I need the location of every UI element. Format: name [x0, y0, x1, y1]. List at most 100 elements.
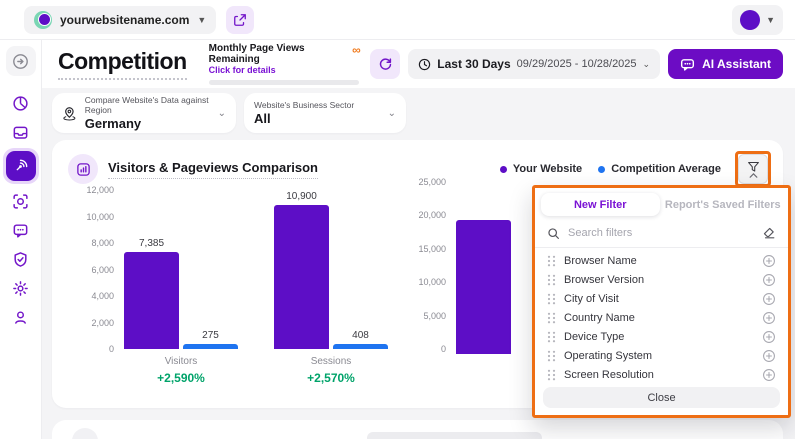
refresh-button[interactable]: [370, 49, 400, 79]
y-tick: 5,000: [423, 312, 446, 321]
bar-your-website[interactable]: 10,900: [274, 205, 329, 349]
sidebar-collapse-button[interactable]: [6, 46, 36, 76]
site-selector-dropdown[interactable]: yourwebsitename.com ▼: [24, 6, 216, 34]
ai-assistant-button[interactable]: AI Assistant: [668, 49, 783, 79]
header-actions: Last 30 Days 09/29/2025 - 10/28/2025 ⌄ A…: [370, 49, 783, 79]
add-filter-icon[interactable]: [762, 254, 776, 268]
bar-group: [456, 188, 511, 354]
add-filter-icon[interactable]: [762, 311, 776, 325]
bar-value-label: 408: [352, 330, 369, 341]
sidebar-item-feedback[interactable]: [6, 215, 36, 245]
delta-percentage: +2,570%: [307, 371, 355, 385]
page-header: Competition Monthly Page Views Remaining…: [42, 40, 795, 88]
range-label: Last 30 Days: [437, 57, 510, 71]
bar-chart-icon: [68, 154, 98, 184]
sidebar-item-privacy[interactable]: [6, 244, 36, 274]
add-filter-icon[interactable]: [762, 368, 776, 382]
sidebar-item-account[interactable]: [6, 302, 36, 332]
region-filter-dropdown[interactable]: Compare Website's Data against Region Ge…: [52, 93, 236, 133]
legend-your-website: Your Website: [500, 163, 582, 175]
next-card-placeholder-bar: [367, 432, 542, 439]
bar-value-label: 275: [202, 330, 219, 341]
drag-handle-icon: [547, 274, 556, 286]
filter-button-highlight: [735, 151, 771, 187]
drag-handle-icon: [547, 331, 556, 343]
search-icon: [547, 227, 560, 240]
bar-value-label: 10,900: [286, 191, 317, 202]
bar-group: 7,385275Visitors+2,590%: [124, 191, 238, 385]
sidebar-item-analytics[interactable]: [6, 88, 36, 118]
sidebar-item-visitors[interactable]: [6, 186, 36, 216]
quota-widget: Monthly Page Views Remaining Click for d…: [209, 43, 361, 85]
legend-competition-average: Competition Average: [598, 163, 721, 175]
bar-your-website[interactable]: 7,385: [124, 252, 179, 349]
chevron-up-icon: [749, 173, 758, 178]
filter-item-browser-name[interactable]: Browser Name: [535, 251, 788, 270]
clock-icon: [418, 58, 431, 71]
add-filter-icon[interactable]: [762, 349, 776, 363]
next-section-card: [52, 420, 783, 439]
chat-icon: [12, 222, 29, 239]
region-filter-value: Germany: [85, 116, 218, 131]
add-filter-icon[interactable]: [762, 273, 776, 287]
y-tick: 4,000: [91, 292, 114, 301]
y-tick: 0: [109, 345, 114, 354]
pie-chart-icon: [12, 95, 29, 112]
bar-competition-average[interactable]: 275: [183, 344, 238, 349]
add-filter-icon[interactable]: [762, 330, 776, 344]
chart-plot-area: [446, 183, 511, 354]
tab-saved-filters[interactable]: Report's Saved Filters: [664, 193, 783, 216]
filter-item-screen-resolution[interactable]: Screen Resolution: [535, 365, 788, 382]
site-logo-icon: [34, 11, 52, 29]
next-card-icon-placeholder: [72, 428, 98, 439]
drag-handle-icon: [547, 255, 556, 267]
drag-handle-icon: [547, 369, 556, 381]
y-tick: 8,000: [91, 239, 114, 248]
share-button[interactable]: [226, 6, 254, 34]
range-dates: 09/29/2025 - 10/28/2025: [517, 58, 637, 70]
drag-handle-icon: [547, 312, 556, 324]
filter-panel: New Filter Report's Saved Filters Browse…: [532, 185, 791, 418]
y-tick: 2,000: [91, 319, 114, 328]
bar-your-website[interactable]: [456, 220, 511, 354]
add-filter-icon[interactable]: [762, 292, 776, 306]
date-range-picker[interactable]: Last 30 Days 09/29/2025 - 10/28/2025 ⌄: [408, 49, 660, 79]
sidebar-item-competition-active[interactable]: [6, 151, 36, 181]
y-tick: 10,000: [86, 213, 114, 222]
chevron-down-icon: ▼: [766, 15, 775, 25]
location-pin-icon: [62, 105, 77, 122]
chevron-down-icon: ▼: [197, 15, 206, 25]
filter-list: Browser NameBrowser VersionCity of Visit…: [535, 248, 788, 382]
search-filters-input[interactable]: [568, 227, 754, 239]
sidebar-item-settings[interactable]: [6, 273, 36, 303]
filter-item-operating-system[interactable]: Operating System: [535, 346, 788, 365]
quota-details-link[interactable]: Click for details: [209, 65, 346, 75]
app: yourwebsitename.com ▼ ▼: [0, 0, 795, 439]
sidebar-item-inbox[interactable]: [6, 117, 36, 147]
shield-check-icon: [12, 251, 29, 268]
filter-panel-close-button[interactable]: Close: [543, 387, 780, 408]
filter-item-country-name[interactable]: Country Name: [535, 308, 788, 327]
bar-group: 10,900408Sessions+2,570%: [274, 191, 388, 385]
filter-item-device-type[interactable]: Device Type: [535, 327, 788, 346]
filter-item-label: Device Type: [564, 331, 754, 343]
avatar: [740, 10, 760, 30]
category-label: Visitors: [165, 356, 198, 367]
y-tick: 20,000: [418, 211, 446, 220]
filter-item-city-of-visit[interactable]: City of Visit: [535, 289, 788, 308]
filter-item-browser-version[interactable]: Browser Version: [535, 270, 788, 289]
tab-new-filter[interactable]: New Filter: [541, 193, 660, 216]
chevron-down-icon: ⌄: [218, 108, 226, 119]
sector-filter-label: Website's Business Sector: [254, 100, 354, 110]
eraser-icon[interactable]: [762, 226, 776, 240]
sidebar: [0, 40, 42, 439]
refresh-icon: [378, 57, 393, 72]
region-filter-label: Compare Website's Data against Region: [85, 95, 218, 115]
sector-filter-dropdown[interactable]: Website's Business Sector All ⌄: [244, 93, 406, 133]
person-pin-icon: [12, 309, 29, 326]
quota-progress-bar: [209, 80, 359, 85]
bar-competition-average[interactable]: 408: [333, 344, 388, 349]
chart-filter-button[interactable]: [738, 154, 768, 184]
user-menu[interactable]: ▼: [732, 5, 783, 35]
drag-handle-icon: [547, 293, 556, 305]
